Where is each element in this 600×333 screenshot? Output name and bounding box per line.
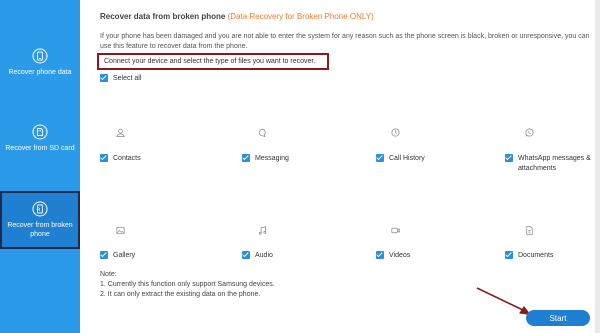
note-section: Note: 1. Currently this function only su… [100, 270, 275, 300]
scrollbar-track[interactable] [595, 0, 600, 333]
checkbox-label: Documents [518, 252, 554, 259]
checkbox-checked-icon [505, 154, 513, 162]
main-panel: Recover data from broken phone (Data Rec… [80, 0, 595, 333]
person-icon [116, 128, 125, 137]
sidebar-item-recover-phone-data[interactable]: Recover phone data [0, 48, 80, 93]
checkbox-label: Contacts [113, 155, 141, 162]
instruction-text: Connect your device and select the type … [104, 58, 316, 65]
instruction-box: Connect your device and select the type … [97, 53, 329, 70]
sidebar-item-recover-broken-phone[interactable]: Recover from broken phone [0, 191, 80, 249]
checkbox-label: Audio [255, 252, 273, 259]
documents-checkbox[interactable]: Documents [505, 251, 553, 260]
videos-checkbox[interactable]: Videos [376, 251, 410, 260]
note-line: 2. It can only extract the existing data… [100, 291, 261, 298]
checkbox-checked-icon [100, 74, 108, 82]
title-text: Recover data from broken phone [100, 12, 226, 21]
checkbox-checked-icon [242, 154, 250, 162]
contacts-checkbox[interactable]: Contacts [100, 154, 141, 163]
sidebar-item-recover-sd-card[interactable]: Recover from SD card [0, 124, 80, 169]
image-icon [116, 226, 125, 235]
audio-checkbox[interactable]: Audio [242, 251, 273, 260]
sd-card-icon [32, 124, 48, 140]
select-all-label: Select all [113, 75, 142, 82]
messaging-checkbox[interactable]: Messaging [242, 154, 289, 163]
music-note-icon [258, 226, 267, 235]
checkbox-label: Messaging [255, 155, 289, 162]
checkbox-label: Videos [389, 252, 411, 259]
page-title: Recover data from broken phone (Data Rec… [100, 12, 374, 21]
message-bubble-icon [259, 128, 266, 138]
checkbox-checked-icon [100, 251, 108, 259]
call-history-checkbox[interactable]: Call History [376, 154, 425, 163]
start-button[interactable]: Start [526, 310, 590, 326]
broken-phone-icon [32, 201, 48, 217]
video-icon [391, 227, 400, 234]
checkbox-checked-icon [505, 251, 513, 259]
description-text: If your phone has been damaged and you a… [100, 33, 590, 50]
gallery-checkbox[interactable]: Gallery [100, 251, 135, 260]
document-icon [526, 226, 533, 235]
checkbox-checked-icon [376, 251, 384, 259]
title-note: (Data Recovery for Broken Phone ONLY) [227, 12, 374, 21]
sidebar-item-label: Recover from broken phone [7, 222, 73, 238]
whatsapp-checkbox[interactable]: WhatsApp messages & attachments [505, 154, 593, 174]
whatsapp-icon [525, 128, 534, 137]
checkbox-checked-icon [376, 154, 384, 162]
checkbox-label: Gallery [113, 252, 136, 259]
phone-recover-icon [32, 48, 48, 64]
checkbox-label: Call History [389, 155, 425, 162]
note-title: Note: [100, 271, 117, 278]
note-line: 1. Currently this function only support … [100, 281, 275, 288]
sidebar-item-label: Recover from SD card [5, 145, 75, 152]
sidebar-item-label: Recover phone data [8, 69, 72, 76]
checkbox-checked-icon [100, 154, 108, 162]
checkbox-label: WhatsApp messages & attachments [518, 155, 591, 172]
clock-icon [391, 128, 400, 137]
sidebar: Recover phone data Recover from SD card … [0, 0, 80, 333]
checkbox-checked-icon [242, 251, 250, 259]
select-all-checkbox[interactable]: Select all [100, 74, 141, 83]
